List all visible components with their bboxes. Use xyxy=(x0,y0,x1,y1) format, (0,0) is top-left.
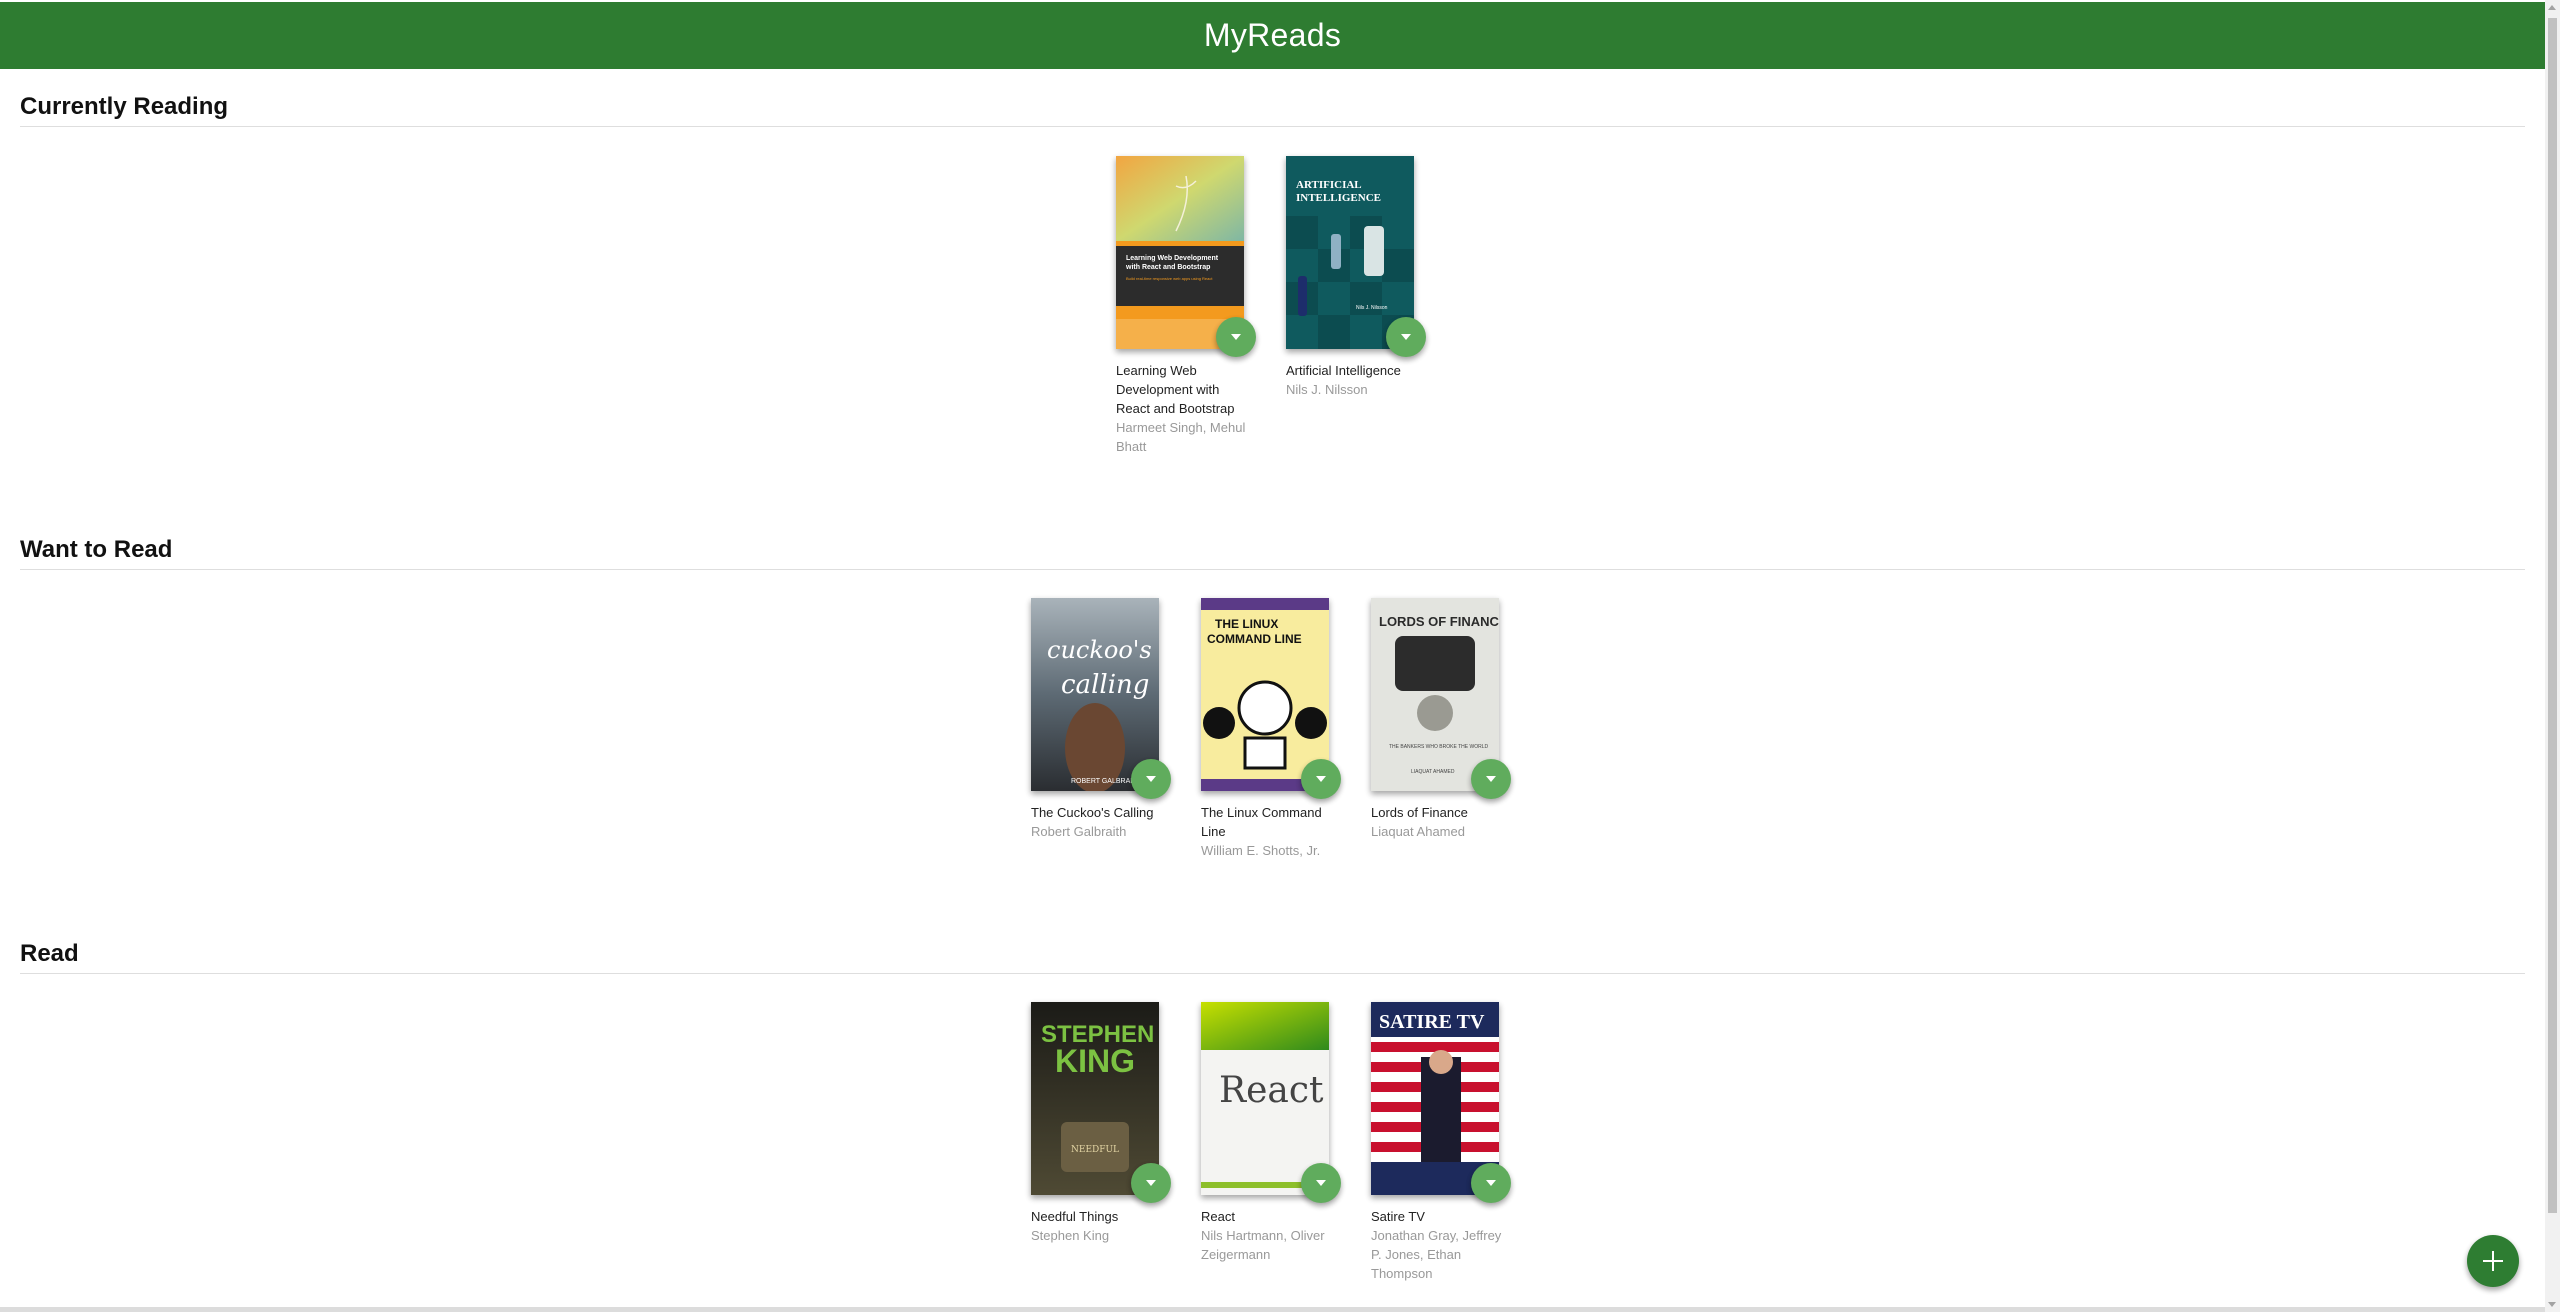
book-authors: Liaquat Ahamed xyxy=(1371,824,1465,839)
book-title: Needful Things xyxy=(1031,1209,1119,1224)
book-item: cuckoo's calling ROBERT GALBRAITH The Cu… xyxy=(1031,598,1171,841)
book-item: React React Nils Hartmann, Oliver Zeiger… xyxy=(1201,1002,1341,1264)
svg-text:NEEDFUL: NEEDFUL xyxy=(1071,1145,1119,1155)
shelf-changer-button[interactable] xyxy=(1471,1163,1511,1203)
shelf-changer-button[interactable] xyxy=(1131,1163,1171,1203)
shelf-title: Read xyxy=(20,939,2525,974)
book-title: The Linux Command Line xyxy=(1201,805,1322,839)
shelf-changer-button[interactable] xyxy=(1216,317,1256,357)
svg-text:Build real-time responsive web: Build real-time responsive web apps usin… xyxy=(1126,276,1213,281)
book-authors: Jonathan Gray, Jeffrey P. Jones, Ethan T… xyxy=(1371,1228,1502,1281)
book-authors: Stephen King xyxy=(1031,1228,1110,1243)
bookshelf-read: Read STEPHEN KING NEEDFUL Needful Things… xyxy=(20,939,2525,1281)
book-authors: Robert Galbraith xyxy=(1031,824,1127,839)
scroll-down-icon[interactable] xyxy=(2548,1302,2556,1307)
vertical-scrollbar[interactable] xyxy=(2545,0,2560,1312)
svg-text:React: React xyxy=(1219,1070,1324,1111)
caret-down-icon xyxy=(1486,776,1496,782)
caret-down-icon xyxy=(1401,334,1411,340)
add-book-button[interactable] xyxy=(2467,1235,2519,1287)
page: MyReads Currently Reading Learning Web D… xyxy=(0,0,2545,1312)
svg-text:SATIRE TV: SATIRE TV xyxy=(1379,1011,1485,1033)
svg-text:LORDS OF FINANCE: LORDS OF FINANCE xyxy=(1379,614,1499,629)
book-item: Learning Web Development with React and … xyxy=(1116,156,1256,456)
scrollbar-thumb[interactable] xyxy=(2548,18,2557,1213)
svg-text:COMMAND LINE: COMMAND LINE xyxy=(1207,632,1302,646)
svg-text:with React and Bootstrap: with React and Bootstrap xyxy=(1125,264,1210,271)
svg-text:Learning Web Development: Learning Web Development xyxy=(1126,255,1219,262)
book-authors: William E. Shotts, Jr. xyxy=(1201,843,1321,858)
shelf-changer-button[interactable] xyxy=(1386,317,1426,357)
svg-text:LIAQUAT AHAMED: LIAQUAT AHAMED xyxy=(1411,769,1455,775)
shelf-changer-button[interactable] xyxy=(1301,759,1341,799)
svg-text:ARTIFICIAL: ARTIFICIAL xyxy=(1296,179,1362,191)
window-bottom-edge xyxy=(0,1307,2545,1312)
caret-down-icon xyxy=(1316,776,1326,782)
book-title: Lords of Finance xyxy=(1371,805,1468,820)
book-title: Learning Web Development with React and … xyxy=(1116,363,1235,416)
app-header: MyReads xyxy=(0,2,2545,69)
book-authors: Nils Hartmann, Oliver Zeigermann xyxy=(1201,1228,1325,1262)
svg-text:calling: calling xyxy=(1061,670,1149,700)
bookshelf-want-to-read: Want to Read cuckoo's calling ROBERT GAL… xyxy=(20,535,2525,858)
book-authors: Harmeet Singh, Mehul Bhatt xyxy=(1116,420,1246,454)
svg-text:INTELLIGENCE: INTELLIGENCE xyxy=(1296,192,1381,204)
book-item: SATIRE TV Satire TV Jonathan Gray, Jeffr… xyxy=(1371,1002,1511,1283)
shelf-title: Want to Read xyxy=(20,535,2525,570)
shelf-title: Currently Reading xyxy=(20,92,2525,127)
caret-down-icon xyxy=(1316,1180,1326,1186)
svg-text:Nils J. Nilsson: Nils J. Nilsson xyxy=(1356,305,1388,311)
shelf-changer-button[interactable] xyxy=(1131,759,1171,799)
book-title: The Cuckoo's Calling xyxy=(1031,805,1154,820)
book-title: Satire TV xyxy=(1371,1209,1425,1224)
book-title: Artificial Intelligence xyxy=(1286,363,1401,378)
caret-down-icon xyxy=(1146,1180,1156,1186)
book-item: LORDS OF FINANCE THE BANKERS WHO BROKE T… xyxy=(1371,598,1511,841)
svg-text:cuckoo's: cuckoo's xyxy=(1047,636,1152,664)
book-authors: Nils J. Nilsson xyxy=(1286,382,1368,397)
scroll-up-icon[interactable] xyxy=(2548,5,2556,10)
svg-text:KING: KING xyxy=(1055,1043,1135,1079)
book-item: ARTIFICIAL INTELLIGENCE Nils J. Nilsson … xyxy=(1286,156,1426,399)
bookshelf-currently-reading: Currently Reading Learning Web Developme… xyxy=(20,92,2525,454)
caret-down-icon xyxy=(1231,334,1241,340)
caret-down-icon xyxy=(1486,1180,1496,1186)
svg-text:THE BANKERS WHO BROKE THE WORL: THE BANKERS WHO BROKE THE WORLD xyxy=(1389,744,1488,750)
shelf-changer-button[interactable] xyxy=(1471,759,1511,799)
app-title: MyReads xyxy=(1203,17,1342,53)
caret-down-icon xyxy=(1146,776,1156,782)
svg-text:THE LINUX: THE LINUX xyxy=(1215,617,1278,631)
book-title: React xyxy=(1201,1209,1235,1224)
plus-icon xyxy=(2483,1251,2503,1271)
book-item: THE LINUX COMMAND LINE The Linux Command… xyxy=(1201,598,1341,860)
book-item: STEPHEN KING NEEDFUL Needful Things Step… xyxy=(1031,1002,1171,1245)
shelf-changer-button[interactable] xyxy=(1301,1163,1341,1203)
